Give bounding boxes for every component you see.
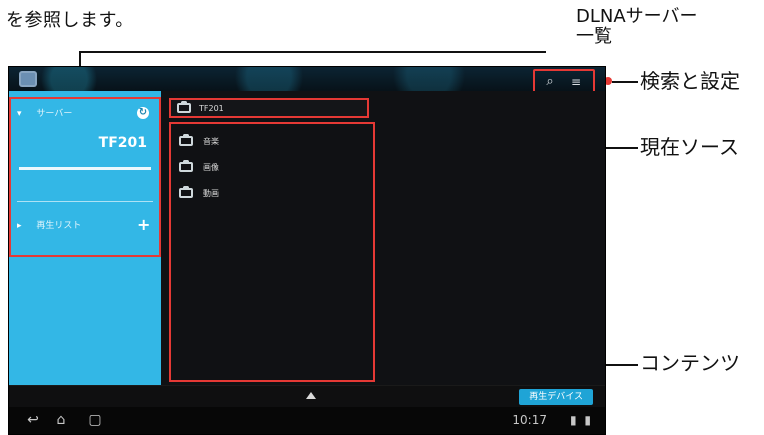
server-section-header[interactable]: ▾ サーバー ↻ <box>17 105 153 123</box>
menu-icon[interactable]: ≡ <box>569 75 583 89</box>
back-icon[interactable]: ↩ <box>25 413 41 427</box>
status-icons: ▮ ▮ <box>569 413 593 427</box>
callout-dlna-server-list-line1: DLNAサーバー <box>576 6 698 27</box>
playlist-label: 再生リスト <box>36 221 82 231</box>
contents-list-highlight: 音楽 画像 動画 <box>169 122 375 382</box>
server-section-chevron-icon: ▾ <box>17 109 22 119</box>
callout-line-dlna-horizontal <box>79 51 546 53</box>
folder-icon <box>179 160 193 172</box>
recent-apps-icon[interactable]: ▢ <box>87 413 103 427</box>
content-area: ▾ サーバー ↻ TF201 ▸ 再生リスト + TF201 音楽 画像 動画 <box>9 91 605 385</box>
list-item-photos[interactable]: 画像 <box>177 158 357 176</box>
list-item-music[interactable]: 音楽 <box>177 132 357 150</box>
home-icon[interactable]: ⌂ <box>53 413 69 427</box>
source-folder-icon <box>177 101 191 113</box>
playlist-row[interactable]: ▸ 再生リスト + <box>17 217 153 235</box>
current-source-label: TF201 <box>199 104 224 113</box>
top-action-bar: ⌕ ≡ <box>9 67 605 93</box>
callout-dlna-server-list-line2: 一覧 <box>576 26 612 47</box>
server-name[interactable]: TF201 <box>99 135 147 151</box>
dlna-sidebar: ▾ サーバー ↻ TF201 ▸ 再生リスト + <box>9 91 161 385</box>
page-top-text: を参照します。 <box>6 10 134 31</box>
refresh-icon[interactable]: ↻ <box>137 107 149 119</box>
folder-icon <box>179 186 193 198</box>
callout-search-and-settings: 検索と設定 <box>640 69 740 93</box>
search-and-settings-area: ⌕ ≡ <box>533 69 595 93</box>
main-panel: TF201 音楽 画像 動画 <box>161 91 605 385</box>
callout-current-source: 現在ソース <box>640 135 739 159</box>
callout-line-search-settings <box>612 81 638 83</box>
bottom-toolbar: 再生デバイス <box>9 385 605 408</box>
folder-icon <box>179 134 193 146</box>
server-section-label: サーバー <box>36 109 73 119</box>
system-navigation-bar: ↩ ⌂ ▢ 10:17 ▮ ▮ <box>9 407 605 434</box>
system-time: 10:17 <box>512 413 547 427</box>
app-icon <box>19 71 37 87</box>
sidebar-separator <box>17 201 153 202</box>
callout-contents: コンテンツ <box>640 351 740 375</box>
list-item-label: 画像 <box>203 163 219 172</box>
list-item-videos[interactable]: 動画 <box>177 184 357 202</box>
list-item-label: 動画 <box>203 189 219 198</box>
add-playlist-icon[interactable]: + <box>137 217 150 233</box>
search-icon[interactable]: ⌕ <box>543 75 557 89</box>
app-screen: ⌕ ≡ ▾ サーバー ↻ TF201 ▸ 再生リスト + TF201 音楽 画像… <box>8 66 606 435</box>
playback-device-button[interactable]: 再生デバイス <box>519 389 593 405</box>
current-source-row[interactable]: TF201 <box>169 98 369 118</box>
expand-up-icon[interactable] <box>306 392 316 399</box>
playlist-chevron-icon: ▸ <box>17 221 22 231</box>
server-selected-underline <box>19 167 151 170</box>
list-item-label: 音楽 <box>203 137 219 146</box>
